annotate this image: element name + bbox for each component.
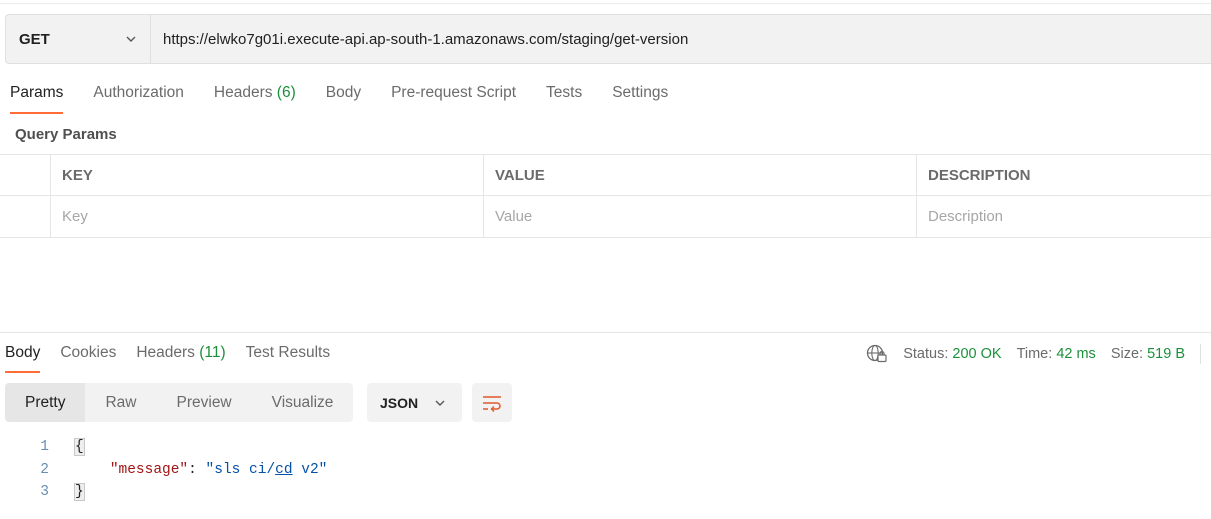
tab-cookies[interactable]: Cookies bbox=[60, 344, 116, 373]
tab-label: Params bbox=[10, 84, 64, 101]
time-indicator[interactable]: Time: 42 ms bbox=[1017, 346, 1096, 362]
line-number: 1 bbox=[40, 439, 49, 456]
tab-body[interactable]: Body bbox=[326, 84, 361, 114]
tab-count: (6) bbox=[276, 84, 296, 101]
tab-label: Test Results bbox=[245, 344, 331, 361]
view-mode-selector: Pretty Raw Preview Visualize bbox=[5, 383, 354, 422]
size-value: 519 B bbox=[1147, 346, 1185, 362]
tab-label: Headers bbox=[213, 84, 273, 101]
time-value: 42 ms bbox=[1056, 346, 1096, 362]
url-input[interactable] bbox=[151, 15, 1211, 63]
checkbox-column-header bbox=[0, 155, 50, 196]
tab-authorization[interactable]: Authorization bbox=[93, 84, 183, 114]
top-divider bbox=[0, 3, 1211, 4]
row-checkbox-cell bbox=[0, 196, 50, 237]
code-line: 1 { bbox=[0, 436, 327, 459]
line-number: 3 bbox=[40, 484, 49, 501]
description-placeholder: Description bbox=[928, 208, 1004, 225]
wrap-lines-button[interactable] bbox=[472, 383, 512, 422]
close-brace: } bbox=[74, 483, 85, 502]
status-indicator[interactable]: Status: 200 OK bbox=[903, 346, 1001, 362]
url-bar: GET bbox=[5, 14, 1211, 64]
code-text: "message": "sls ci/cd v2" bbox=[75, 461, 328, 478]
wrap-lines-icon bbox=[483, 395, 501, 412]
json-string-end: v2" bbox=[292, 461, 328, 478]
tab-tests[interactable]: Tests bbox=[546, 84, 582, 114]
tab-label: Settings bbox=[612, 84, 669, 101]
size-indicator[interactable]: Size: 519 B bbox=[1111, 346, 1185, 362]
tab-headers[interactable]: Headers (6) bbox=[214, 84, 296, 114]
tab-test-results[interactable]: Test Results bbox=[246, 344, 330, 373]
tab-pre-request-script[interactable]: Pre-request Script bbox=[391, 84, 516, 114]
key-placeholder: Key bbox=[62, 208, 88, 225]
method-select[interactable]: GET bbox=[6, 15, 151, 63]
status-label: Status: bbox=[903, 346, 949, 362]
json-string-start: "sls ci/ bbox=[205, 461, 276, 478]
time-label: Time: bbox=[1016, 346, 1053, 362]
table-header-row: KEY VALUE DESCRIPTION bbox=[0, 154, 1211, 196]
tab-response-headers[interactable]: Headers (11) bbox=[136, 344, 225, 373]
view-mode-preview[interactable]: Preview bbox=[157, 383, 252, 422]
tab-response-body[interactable]: Body bbox=[5, 344, 41, 373]
status-value: 200 OK bbox=[952, 346, 1002, 362]
query-params-table: KEY VALUE DESCRIPTION Key Value Descript… bbox=[0, 154, 1211, 238]
view-mode-pretty[interactable]: Pretty bbox=[5, 383, 86, 422]
column-header-key: KEY bbox=[50, 155, 483, 196]
value-input[interactable]: Value bbox=[483, 196, 916, 237]
tab-label: Authorization bbox=[93, 84, 184, 101]
code-line: 3 } bbox=[0, 481, 327, 504]
request-tabs: Params Authorization Headers (6) Body Pr… bbox=[10, 84, 698, 114]
table-row: Key Value Description bbox=[0, 196, 1211, 238]
tab-count: (11) bbox=[199, 344, 226, 361]
code-text: } bbox=[74, 483, 85, 502]
json-string-link[interactable]: cd bbox=[275, 462, 292, 478]
tab-params[interactable]: Params bbox=[10, 84, 64, 114]
globe-lock-icon[interactable] bbox=[866, 344, 888, 364]
column-header-value: VALUE bbox=[483, 155, 916, 196]
view-mode-raw[interactable]: Raw bbox=[85, 383, 156, 422]
tab-label: Pre-request Script bbox=[391, 84, 517, 101]
description-input[interactable]: Description bbox=[916, 196, 1211, 237]
value-placeholder: Value bbox=[495, 208, 533, 225]
method-label: GET bbox=[19, 30, 50, 48]
json-colon: : bbox=[188, 461, 206, 478]
tab-label: Cookies bbox=[60, 344, 117, 361]
chevron-down-icon bbox=[126, 36, 136, 42]
json-key: "message" bbox=[109, 461, 189, 478]
format-select[interactable]: JSON bbox=[367, 383, 462, 422]
response-divider[interactable] bbox=[0, 332, 1211, 333]
code-text: { bbox=[74, 438, 85, 457]
tab-label: Body bbox=[5, 344, 41, 361]
query-params-title: Query Params bbox=[15, 126, 117, 143]
line-number: 2 bbox=[40, 461, 49, 478]
open-brace: { bbox=[74, 438, 85, 457]
tab-label: Headers bbox=[136, 344, 195, 361]
tab-settings[interactable]: Settings bbox=[612, 84, 668, 114]
response-body-viewer[interactable]: 1 { 2 "message": "sls ci/cd v2" 3 } bbox=[0, 436, 327, 504]
chevron-down-icon bbox=[435, 400, 445, 406]
view-mode-visualize[interactable]: Visualize bbox=[252, 383, 354, 422]
tab-label: Body bbox=[325, 84, 362, 101]
code-line: 2 "message": "sls ci/cd v2" bbox=[0, 459, 327, 482]
response-tabs: Body Cookies Headers (11) Test Results bbox=[5, 344, 350, 374]
tab-label: Tests bbox=[546, 84, 583, 101]
size-label: Size: bbox=[1110, 346, 1144, 362]
status-divider bbox=[1200, 344, 1201, 364]
format-label: JSON bbox=[380, 394, 419, 411]
response-status: Status: 200 OK Time: 42 ms Size: 519 B bbox=[866, 344, 1201, 364]
column-header-description: DESCRIPTION bbox=[916, 155, 1211, 196]
key-input[interactable]: Key bbox=[50, 196, 483, 237]
